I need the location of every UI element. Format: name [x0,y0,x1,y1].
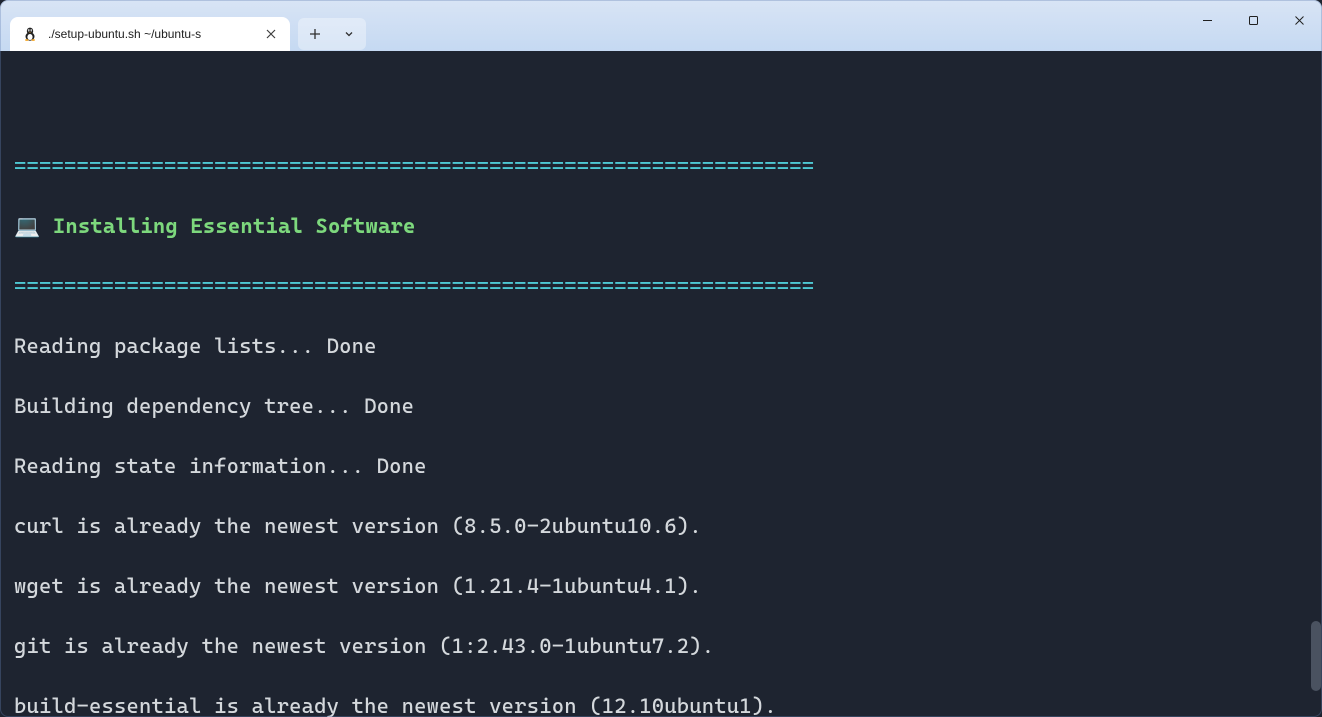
tabs-area: ./setup-ubuntu.sh ~/ubuntu-s [0,7,366,51]
chevron-down-icon [344,29,354,39]
maximize-icon [1248,15,1259,26]
section-header: 💻 Installing Essential Software [14,211,1308,241]
blank-line [14,91,1308,121]
terminal-tab[interactable]: ./setup-ubuntu.sh ~/ubuntu-s [10,17,290,51]
section-title: Installing Essential Software [40,214,415,238]
tux-linux-icon [22,26,38,42]
window-controls [1184,0,1322,40]
tab-dropdown-button[interactable] [332,18,366,50]
plus-icon [309,28,321,40]
output-line: Reading package lists... Done [14,331,1308,361]
tab-button-group [298,18,366,50]
new-tab-button[interactable] [298,18,332,50]
maximize-button[interactable] [1230,0,1276,40]
minimize-button[interactable] [1184,0,1230,40]
output-line: build-essential is already the newest ve… [14,691,1308,717]
laptop-emoji-icon: 💻 [14,214,40,238]
output-line: curl is already the newest version (8.5.… [14,511,1308,541]
output-line: Building dependency tree... Done [14,391,1308,421]
close-icon [1294,15,1305,26]
output-line: wget is already the newest version (1.21… [14,571,1308,601]
close-window-button[interactable] [1276,0,1322,40]
output-line: git is already the newest version (1:2.4… [14,631,1308,661]
tab-title: ./setup-ubuntu.sh ~/ubuntu-s [48,27,252,41]
scrollbar-track[interactable] [1310,51,1322,717]
separator-line: ========================================… [14,151,1308,181]
terminal-output[interactable]: ========================================… [0,51,1322,717]
tab-close-button[interactable] [262,25,280,43]
titlebar: ./setup-ubuntu.sh ~/ubuntu-s [0,0,1322,51]
output-line: Reading state information... Done [14,451,1308,481]
scrollbar-thumb[interactable] [1311,621,1321,691]
separator-line: ========================================… [14,271,1308,301]
minimize-icon [1202,15,1213,26]
